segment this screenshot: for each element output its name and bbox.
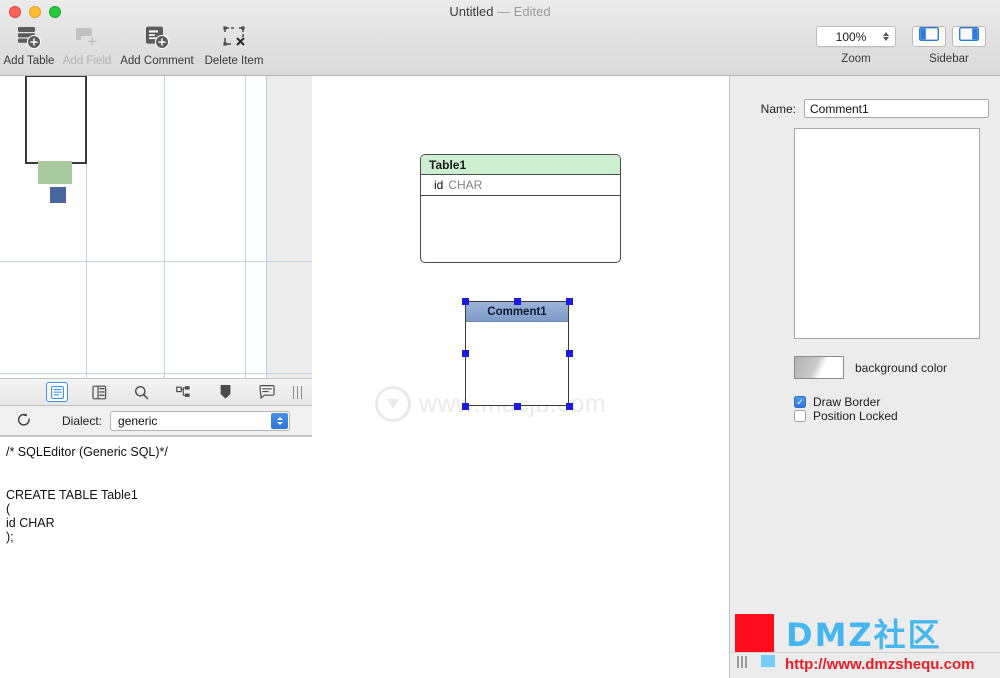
search-icon[interactable] [130,382,152,402]
table-structure-icon[interactable] [88,382,110,402]
overview-gridline [0,373,312,374]
add-table-button[interactable]: Add Table [0,20,58,67]
title-bar: Untitled — Edited Add Table Add Field Ad… [0,0,1000,76]
delete-item-icon [220,22,248,52]
window-edited-state: Edited [513,4,551,19]
position-locked-label: Position Locked [813,409,898,423]
refresh-icon[interactable] [14,411,34,431]
dmz-url-text: http://www.dmzshequ.com [785,656,975,673]
dialect-row: Dialect: generic [0,406,312,436]
inspector-name-label: Name: [760,101,796,116]
add-comment-label: Add Comment [120,55,194,67]
draw-border-checkbox-row[interactable]: Draw Border [794,395,880,409]
diagram-canvas[interactable]: www.macjb.com Table1 id CHAR Comment1 [313,76,728,678]
inspector-name-row: Name: Comment1 [730,99,1000,118]
table-header: Table1 [421,155,620,175]
dmz-blue-block-icon [761,655,775,667]
overview-shaded-column [266,76,312,378]
selection-handle-e[interactable] [566,350,573,357]
bookmark-icon[interactable] [214,382,236,402]
selection-handle-sw[interactable] [462,403,469,410]
add-table-icon [15,22,43,52]
chevron-up-icon [882,32,889,36]
selection-handle-n[interactable] [514,298,521,305]
add-table-label: Add Table [3,55,55,67]
left-panel: Dialect: generic /* SQLEditor (Generic S… [0,76,312,678]
selection-handle-s[interactable] [514,403,521,410]
hierarchy-icon[interactable] [172,382,194,402]
selection-handle-nw[interactable] [462,298,469,305]
inspector-background-color-row: background color [794,356,947,379]
toggle-right-sidebar-button[interactable] [952,26,986,47]
draw-border-checkbox[interactable] [794,396,806,408]
field-type: CHAR [448,178,483,192]
page-overview-navigator[interactable] [0,76,312,378]
zoom-field[interactable]: 100% [816,26,896,47]
delete-item-button[interactable]: Delete Item [198,20,270,67]
selection-handle-ne[interactable] [566,298,573,305]
background-color-swatch[interactable] [794,356,844,379]
comment-icon[interactable] [256,382,278,402]
sidebar-resize-grip[interactable] [737,656,747,668]
overview-gridline [0,261,312,262]
sidebar-group: Sidebar [912,26,986,65]
sql-editor-text[interactable]: /* SQLEditor (Generic SQL)*/ CREATE TABL… [0,437,312,678]
inspector-sidebar: Name: Comment1 background color Draw Bor… [729,76,1000,678]
dmz-red-block-icon [735,614,774,652]
comment-header: Comment1 [466,302,568,322]
overview-comment-thumb [50,187,66,203]
zoom-value: 100% [835,29,867,44]
window-title: Untitled — Edited [0,4,1000,19]
position-locked-checkbox[interactable] [794,410,806,422]
sidebar-group-label: Sidebar [929,53,969,65]
dmz-watermark: DMZ社区 http://www.dmzshequ.com [731,612,1000,678]
background-color-label: background color [855,360,948,375]
panel-resize-grip[interactable] [292,386,302,399]
delete-item-label: Delete Item [204,55,264,67]
table-entity-Table1[interactable]: Table1 id CHAR [420,154,621,263]
chevron-updown-icon [271,412,289,429]
dialect-select[interactable]: generic [110,410,291,431]
window-title-text: Untitled [449,4,494,19]
toolbar-items: Add Table Add Field Add Comment Delete I… [0,20,270,67]
chevron-down-icon [882,37,889,41]
inspector-note-textarea[interactable] [794,128,980,339]
window-separator: — [497,4,511,19]
sidebar-left-icon [918,26,940,46]
toggle-left-sidebar-button[interactable] [912,26,946,47]
toolbar-right-cluster: 100% Zoom Sidebar [816,26,986,65]
position-locked-checkbox-row[interactable]: Position Locked [794,409,898,423]
overview-gridline [245,76,246,378]
dialect-value: generic [118,413,158,428]
left-panel-icon-bar [0,378,312,406]
zoom-stepper[interactable] [879,32,895,41]
sqleditor-window: Untitled — Edited Add Table Add Field Ad… [0,0,1000,678]
inspector-name-input[interactable]: Comment1 [804,99,989,118]
add-field-label: Add Field [62,55,112,67]
dmz-brand-text: DMZ社区 [786,616,942,654]
add-comment-button[interactable]: Add Comment [116,20,198,67]
comment-entity-Comment1[interactable]: Comment1 [465,301,569,406]
document-icon[interactable] [46,382,68,402]
overview-viewport-rect[interactable] [25,76,87,164]
draw-border-label: Draw Border [813,395,881,409]
left-panel-icons [46,382,278,402]
table-field-row[interactable]: id CHAR [421,175,620,196]
sidebar-buttons [912,26,986,47]
overview-gridline [164,76,165,378]
field-name: id [434,178,444,192]
overview-gridline [266,76,267,378]
sql-editor[interactable]: /* SQLEditor (Generic SQL)*/ CREATE TABL… [0,436,312,678]
macjb-logo-icon [375,386,411,422]
zoom-group-label: Zoom [841,53,871,65]
add-field-icon [73,22,101,52]
selection-handle-se[interactable] [566,403,573,410]
dialect-label: Dialect: [62,413,103,428]
sidebar-right-icon [958,26,980,46]
add-field-button[interactable]: Add Field [58,20,116,67]
add-comment-icon [143,22,171,52]
overview-table-thumb [38,161,72,184]
selection-handle-w[interactable] [462,350,469,357]
zoom-group: 100% Zoom [816,26,896,65]
